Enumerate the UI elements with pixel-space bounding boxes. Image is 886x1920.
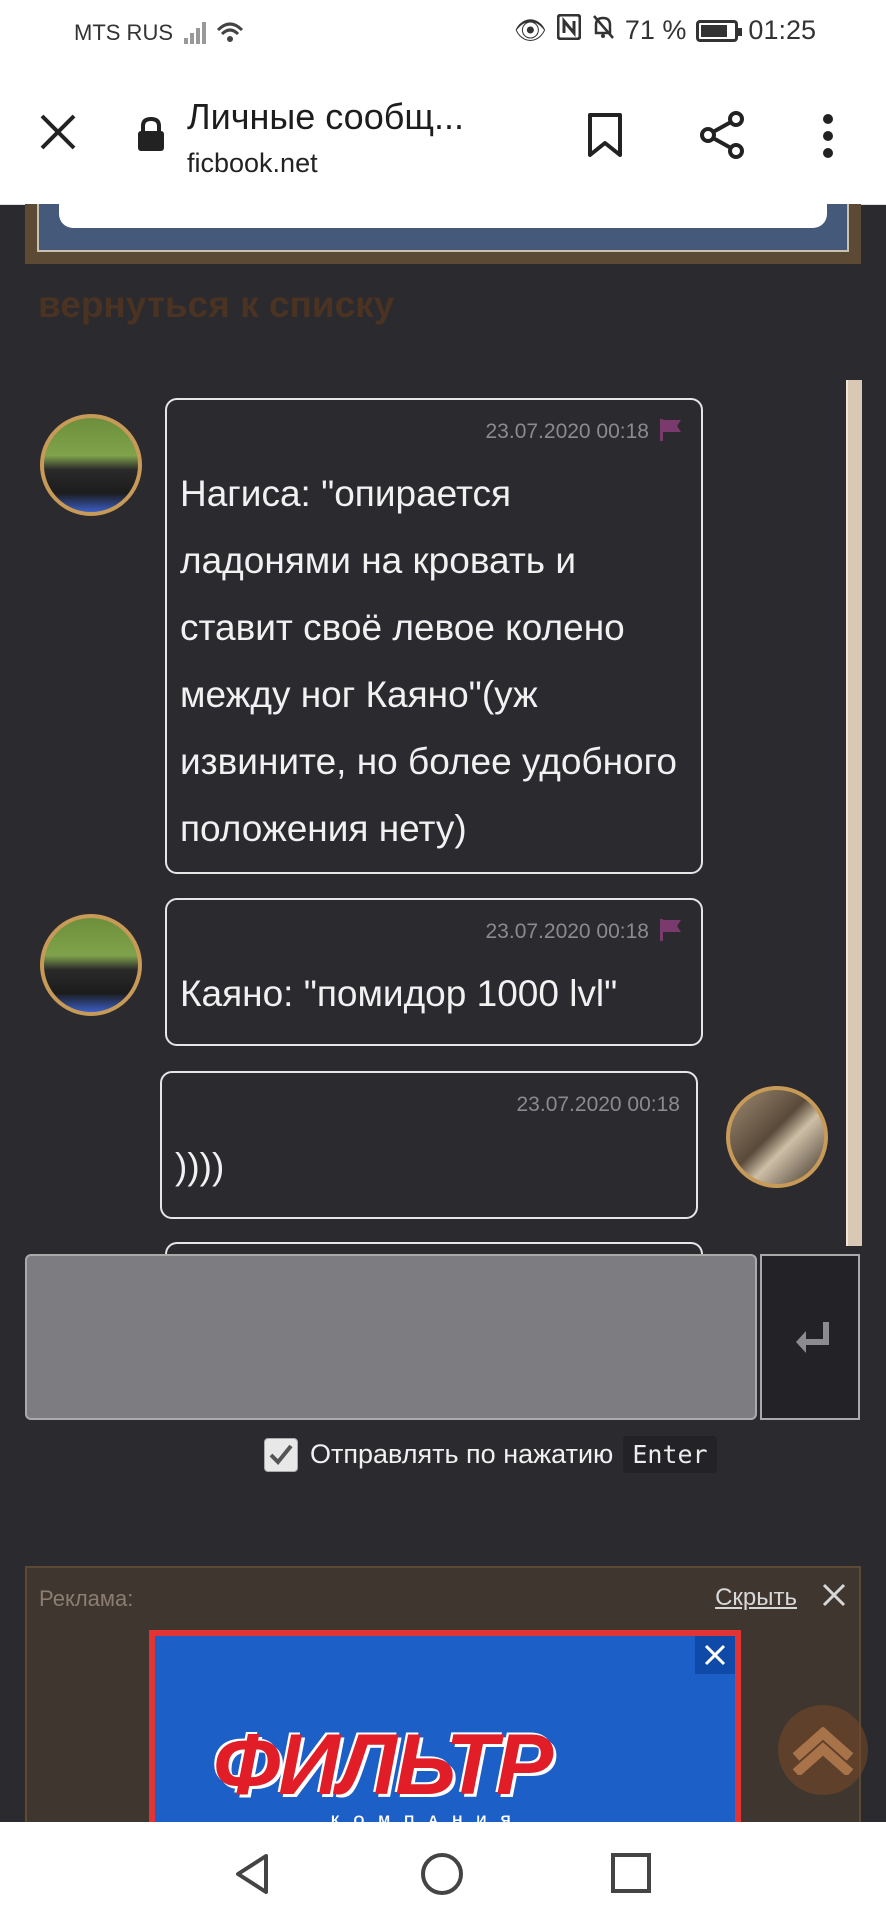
top-panel-inner: [37, 204, 849, 252]
close-icon[interactable]: [38, 112, 78, 152]
carrier-name: MTS RUS: [74, 20, 173, 45]
lock-icon[interactable]: [136, 116, 166, 157]
avatar[interactable]: [40, 914, 142, 1016]
check-icon: [269, 1444, 293, 1465]
back-to-list-link[interactable]: вернуться к списку: [38, 284, 394, 326]
battery-icon: [696, 19, 743, 42]
messages-scrollbar[interactable]: [846, 380, 862, 1246]
message-bubble: 23.07.2020 00:18 )))): [160, 1071, 698, 1219]
message-bubble: 23.07.2020 00:18 Каяно: "помидор 1000 lv…: [165, 898, 703, 1046]
top-panel-field: [59, 204, 827, 228]
recents-nav-icon[interactable]: [610, 1852, 652, 1899]
top-panel: [25, 204, 861, 264]
back-nav-icon[interactable]: [232, 1852, 272, 1901]
enter-key-label: Enter: [623, 1436, 717, 1473]
ad-brand-logo: ФИЛЬТР: [213, 1717, 553, 1813]
system-navigation-bar: [0, 1822, 886, 1920]
clock: 01:25: [748, 15, 816, 45]
send-on-enter-checkbox[interactable]: [264, 1437, 298, 1472]
message-timestamp: 23.07.2020 00:18: [485, 420, 650, 443]
hide-ad-link[interactable]: Скрыть: [715, 1584, 797, 1612]
message-text: Каяно: "помидор 1000 lvl": [180, 973, 618, 1014]
message-timestamp: 23.07.2020 00:18: [485, 920, 650, 943]
banner-close-icon[interactable]: [695, 1636, 735, 1674]
page-url[interactable]: ficbook.net: [187, 148, 318, 179]
mute-bell-icon: [591, 14, 615, 47]
message-bubble: 23.07.2020 00:18 Нагиса: "опирается ладо…: [165, 398, 703, 874]
eye-icon: 👁: [513, 15, 547, 45]
ad-block: Реклама: Скрыть ФИЛЬТР КОМПАНИЯ: [25, 1566, 861, 1830]
status-bar: MTS RUS 👁 71 % 01:25: [0, 0, 886, 68]
message-input[interactable]: [25, 1254, 757, 1420]
enter-arrow-icon: [796, 1322, 829, 1353]
bookmark-icon[interactable]: [585, 112, 625, 163]
home-nav-icon[interactable]: [420, 1852, 464, 1901]
more-menu-icon[interactable]: [822, 114, 834, 163]
signal-icon: [184, 16, 246, 51]
report-flag-icon[interactable]: [659, 418, 683, 447]
share-icon[interactable]: [698, 110, 748, 165]
message-timestamp: 23.07.2020 00:18: [516, 1093, 681, 1116]
close-ad-icon[interactable]: [821, 1582, 847, 1613]
avatar[interactable]: [726, 1086, 828, 1188]
message-text: )))): [175, 1146, 225, 1187]
report-flag-icon[interactable]: [659, 918, 683, 947]
scroll-to-top-button[interactable]: [778, 1705, 868, 1795]
send-on-enter-label: Отправлять по нажатию: [310, 1439, 614, 1469]
ad-label: Реклама:: [39, 1586, 134, 1611]
page-title[interactable]: Личные сообщ...: [187, 96, 464, 138]
message-text: Нагиса: "опирается ладонями на кровать и…: [180, 473, 677, 849]
nfc-icon: [556, 13, 582, 47]
battery-percent: 71 %: [624, 15, 687, 45]
send-on-enter-option[interactable]: Отправлять по нажатию Enter: [264, 1436, 717, 1473]
browser-toolbar: Личные сообщ... ficbook.net: [0, 68, 886, 205]
chevron-up-icon: [792, 1727, 854, 1775]
ad-banner[interactable]: ФИЛЬТР КОМПАНИЯ: [149, 1630, 741, 1830]
avatar[interactable]: [40, 414, 142, 516]
send-button[interactable]: [760, 1254, 860, 1420]
